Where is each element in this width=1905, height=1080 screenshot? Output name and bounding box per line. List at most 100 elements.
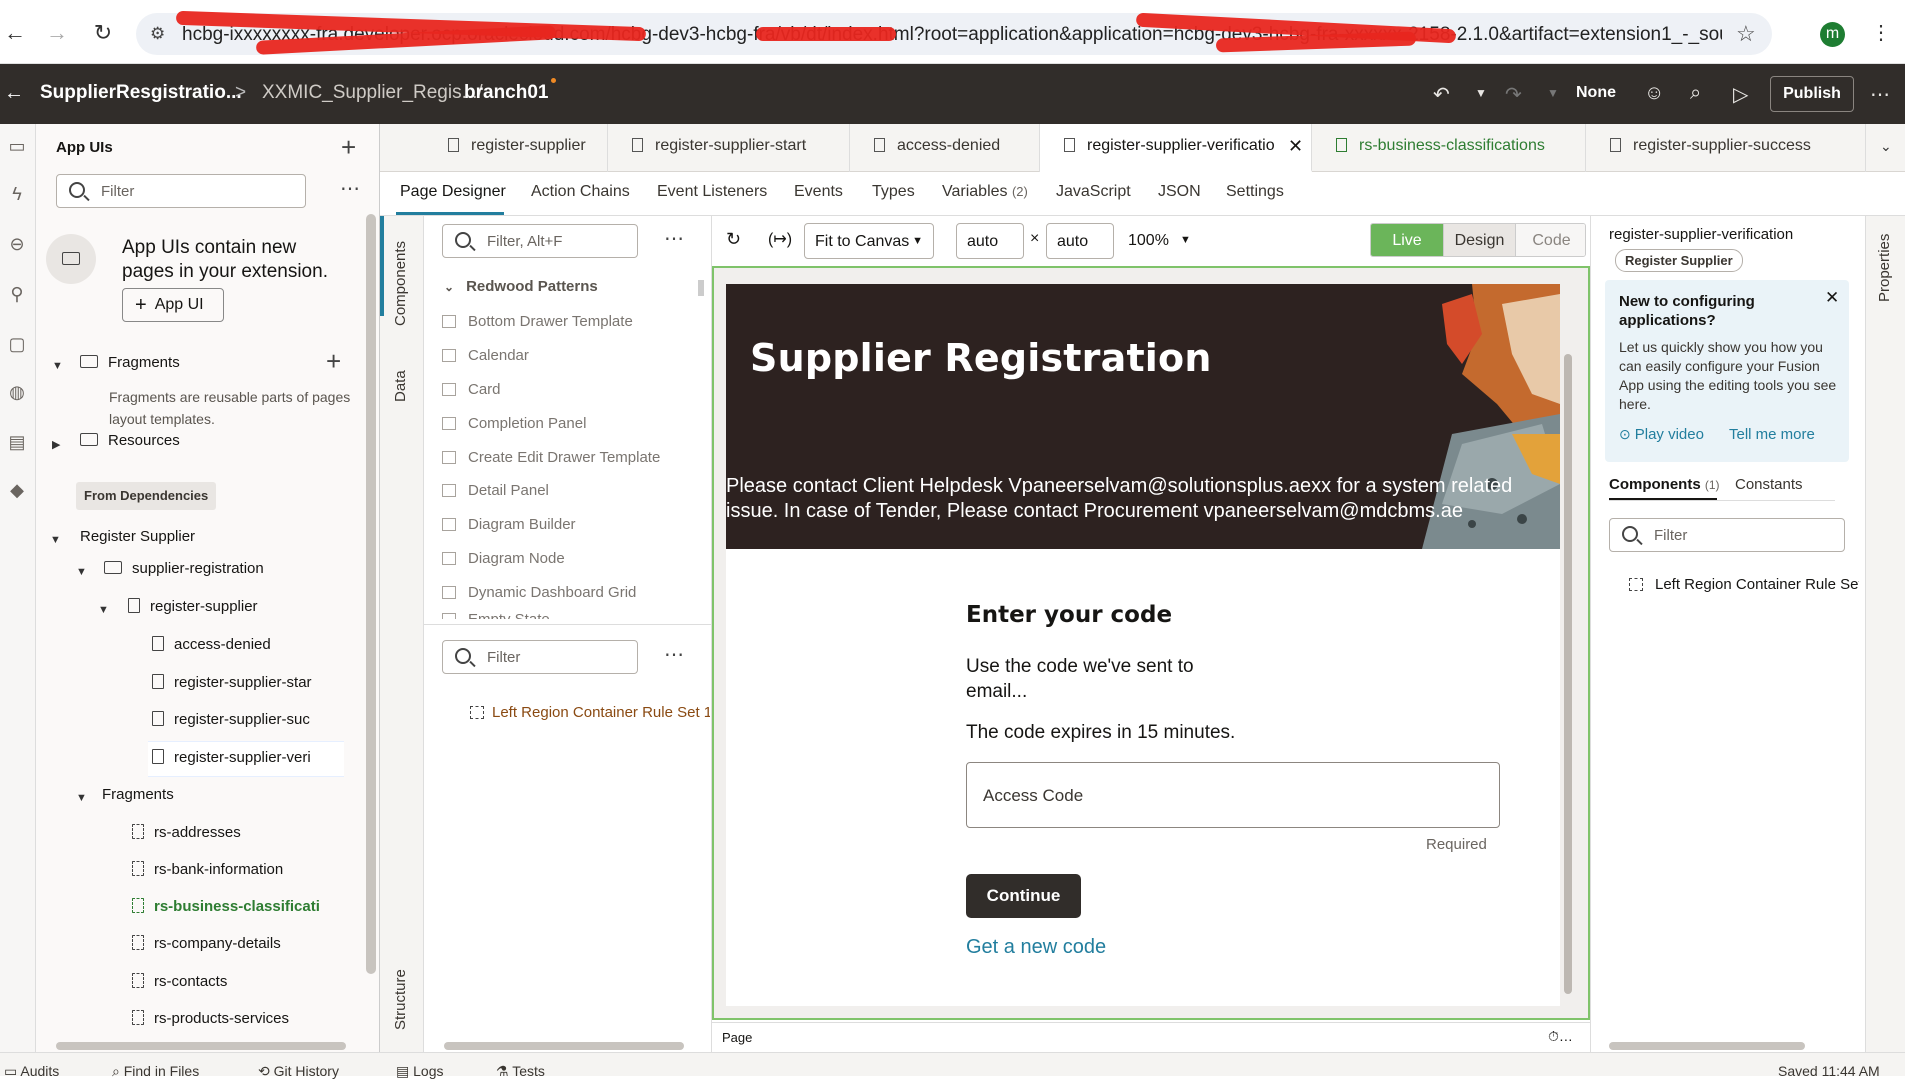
tab-components-properties[interactable]: Components (1) — [1609, 476, 1720, 493]
tab-events[interactable]: Events — [794, 183, 843, 201]
rules-icon[interactable]: ⚲ — [4, 284, 30, 310]
access-code-input[interactable]: Access Code — [966, 762, 1500, 828]
undo-menu-icon[interactable]: ▼ — [1475, 86, 1487, 100]
tab-register-supplier-success[interactable]: register-supplier-success — [1586, 124, 1866, 172]
properties-filter-input[interactable]: Filter — [1609, 518, 1845, 552]
zoom-dropdown-icon[interactable]: ▼ — [1180, 234, 1191, 246]
palette-scrollbar[interactable] — [698, 280, 704, 296]
properties-component-item[interactable]: Left Region Container Rule Set 1 — [1629, 576, 1859, 593]
tab-javascript[interactable]: JavaScript — [1056, 183, 1131, 201]
tree-fragment-rs-business-classifications[interactable]: rs-business-classificati — [132, 898, 342, 915]
caret-down-icon[interactable]: ▼ — [76, 792, 87, 804]
caret-right-icon[interactable]: ▶ — [52, 438, 60, 451]
continue-button[interactable]: Continue — [966, 874, 1081, 918]
reload-icon[interactable]: ↻ — [90, 20, 116, 46]
tab-json[interactable]: JSON — [1158, 183, 1201, 201]
audits-item[interactable]: ▭ Audits — [4, 1063, 59, 1080]
back-arrow-icon[interactable]: ← — [4, 82, 24, 105]
tree-fragment-rs-addresses[interactable]: rs-addresses — [132, 824, 342, 841]
add-app-ui-icon[interactable]: + — [341, 132, 356, 163]
components-more-icon[interactable]: ⋯ — [664, 226, 684, 251]
redo-menu-icon[interactable]: ▼ — [1547, 86, 1559, 100]
tree-fragments-group[interactable]: Fragments — [102, 786, 174, 803]
source-icon[interactable]: ▤ — [4, 432, 30, 458]
git-history-item[interactable]: ⟲ Git History — [258, 1063, 339, 1080]
add-fragment-icon[interactable]: + — [326, 346, 341, 377]
publish-button[interactable]: Publish — [1770, 76, 1854, 112]
project-name[interactable]: SupplierResgistratio... — [40, 82, 242, 104]
register-supplier-chip[interactable]: Register Supplier — [1615, 249, 1743, 272]
tab-access-denied[interactable]: access-denied — [850, 124, 1040, 172]
search-icon[interactable]: ⌕ — [1690, 82, 1701, 105]
design-mode-button[interactable]: Design — [1443, 224, 1515, 256]
canvas-height-input[interactable]: auto — [1046, 223, 1114, 259]
navigator-filter-input[interactable]: Filter — [56, 174, 306, 208]
globe-icon[interactable]: ◍ — [4, 382, 30, 408]
tests-item[interactable]: ⚗ Tests — [496, 1063, 545, 1080]
side-tab-components[interactable]: Components — [392, 241, 409, 326]
caret-down-icon[interactable]: ▼ — [50, 534, 61, 546]
tab-page-designer[interactable]: Page Designer — [400, 183, 506, 201]
more-menu-icon[interactable]: ⋯ — [1870, 82, 1890, 107]
component-dynamic-dashboard-grid[interactable]: Dynamic Dashboard Grid — [442, 584, 636, 601]
play-video-link[interactable]: ⊙ Play video — [1619, 426, 1704, 443]
navigator-hscrollbar[interactable] — [56, 1042, 346, 1050]
component-bottom-drawer-template[interactable]: Bottom Drawer Template — [442, 313, 633, 330]
tree-fragment-rs-contacts[interactable]: rs-contacts — [132, 973, 342, 990]
tree-fragment-rs-bank-information[interactable]: rs-bank-information — [132, 861, 342, 878]
tree-fragment-rs-products-services[interactable]: rs-products-services — [132, 1010, 342, 1027]
component-card[interactable]: Card — [442, 381, 501, 398]
structure-hscrollbar[interactable] — [444, 1042, 684, 1050]
tab-constants[interactable]: Constants — [1735, 476, 1803, 493]
component-create-edit-drawer-template[interactable]: Create Edit Drawer Template — [442, 449, 660, 466]
code-mode-button[interactable]: Code — [1515, 224, 1585, 256]
find-in-files-item[interactable]: ⌕ Find in Files — [112, 1063, 199, 1080]
back-icon[interactable]: ← — [2, 20, 28, 46]
navigator-scrollbar[interactable] — [366, 214, 376, 974]
zoom-level[interactable]: 100% — [1128, 232, 1169, 250]
side-tab-data[interactable]: Data — [392, 370, 409, 402]
structure-more-icon[interactable]: ⋯ — [664, 642, 684, 667]
layouts-icon[interactable]: ▢ — [4, 334, 30, 360]
component-diagram-node[interactable]: Diagram Node — [442, 550, 565, 567]
services-icon[interactable]: ⊖ — [4, 234, 30, 260]
tell-me-more-link[interactable]: Tell me more — [1729, 426, 1815, 443]
side-tab-structure[interactable]: Structure — [392, 969, 409, 1030]
component-empty-state[interactable]: Empty State — [442, 611, 550, 619]
structure-filter-input[interactable]: Filter — [442, 640, 638, 674]
profile-avatar[interactable]: m — [1820, 22, 1845, 47]
component-diagram-builder[interactable]: Diagram Builder — [442, 516, 576, 533]
git-icon[interactable]: ◆ — [4, 480, 30, 506]
forward-icon[interactable]: → — [44, 20, 70, 46]
tab-register-supplier-start[interactable]: register-supplier-start — [608, 124, 850, 172]
tree-register-supplier[interactable]: Register Supplier — [80, 528, 195, 545]
canvas-breadcrumb[interactable]: Page — [722, 1030, 752, 1045]
tree-supplier-registration[interactable]: supplier-registration — [104, 560, 264, 577]
tree-page-register-supplier-start[interactable]: register-supplier-star — [152, 674, 357, 691]
fit-to-canvas-select[interactable]: Fit to Canvas ▼ — [804, 223, 934, 259]
live-mode-button[interactable]: Live — [1371, 224, 1443, 256]
tabs-overflow-chevron-icon[interactable]: ⌄ — [1880, 138, 1892, 155]
profile-selector[interactable]: None — [1576, 84, 1616, 102]
get-new-code-link[interactable]: Get a new code — [966, 936, 1106, 959]
caret-down-icon[interactable]: ▼ — [76, 566, 87, 578]
properties-hscrollbar[interactable] — [1609, 1042, 1805, 1050]
run-play-icon[interactable]: ▷ — [1733, 82, 1748, 107]
redwood-patterns-group[interactable]: ⌄ Redwood Patterns — [444, 278, 598, 295]
tab-rs-business-classifications[interactable]: rs-business-classifications — [1312, 124, 1586, 172]
address-bar[interactable]: ⚙ hcbg-ixxxxxxxx-fra.developer.ocp.oracl… — [136, 10, 1772, 55]
tree-page-register-supplier-success[interactable]: register-supplier-suc — [152, 711, 357, 728]
close-info-icon[interactable]: ✕ — [1825, 288, 1839, 308]
caret-down-icon[interactable]: ▼ — [98, 604, 109, 616]
feedback-smiley-icon[interactable]: ☺ — [1644, 82, 1664, 105]
branch-name[interactable]: branch01 — [464, 82, 548, 104]
tree-page-register-supplier-verification[interactable]: register-supplier-veri — [152, 749, 357, 766]
component-completion-panel[interactable]: Completion Panel — [442, 415, 586, 432]
tab-register-supplier-verification[interactable]: register-supplier-verificatio ✕ — [1040, 124, 1312, 172]
caret-down-icon[interactable]: ▼ — [52, 360, 63, 372]
side-tab-properties[interactable]: Properties — [1876, 234, 1893, 302]
tab-event-listeners[interactable]: Event Listeners — [657, 183, 767, 201]
browser-menu-icon[interactable]: ⋮ — [1868, 20, 1894, 46]
logs-item[interactable]: ▤ Logs — [396, 1063, 443, 1080]
structure-item-left-region[interactable]: Left Region Container Rule Set 1 — [470, 704, 710, 721]
